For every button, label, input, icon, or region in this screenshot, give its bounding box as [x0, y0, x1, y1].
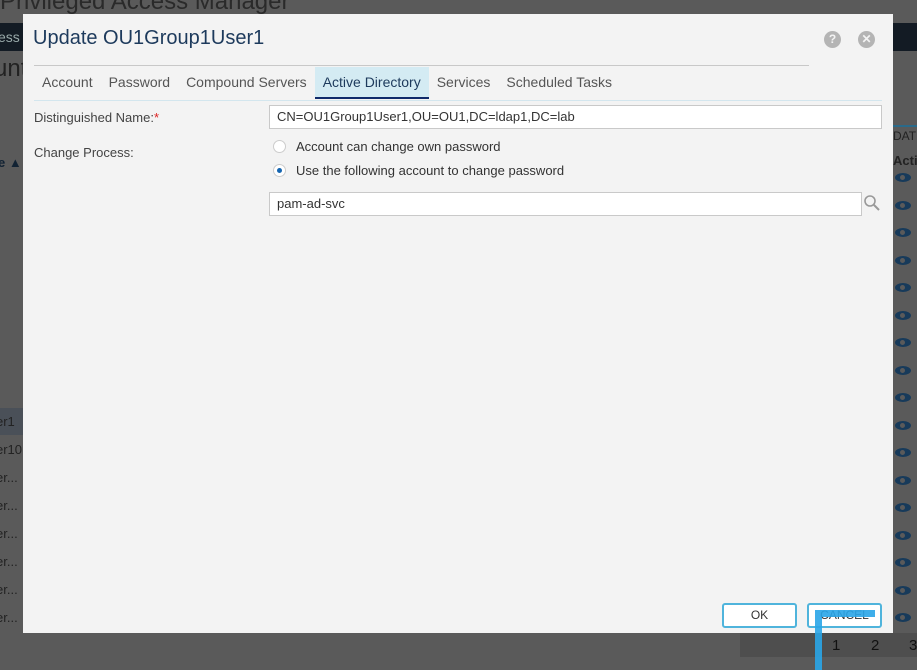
tab-bar: Account Password Compound Servers Active…	[34, 67, 620, 99]
update-account-dialog: Update OU1Group1User1 ? ✕ Account Passwo…	[23, 14, 893, 633]
page-3[interactable]: 3	[909, 637, 917, 654]
column-header-name[interactable]: e ▲	[0, 155, 22, 170]
tab-account[interactable]: Account	[34, 67, 101, 99]
view-icon[interactable]	[895, 475, 911, 485]
view-icon[interactable]	[895, 448, 911, 457]
radio-button[interactable]	[273, 164, 286, 177]
view-icon[interactable]	[895, 503, 911, 512]
tab-compound-servers[interactable]: Compound Servers	[178, 67, 315, 99]
dialog-title: Update OU1Group1User1	[33, 27, 265, 49]
change-process-label: Change Process:	[34, 145, 134, 160]
nav-item[interactable]: ess	[0, 29, 20, 45]
radio-use-account[interactable]: Use the following account to change pass…	[273, 163, 564, 178]
view-icon[interactable]	[895, 613, 911, 622]
column-header-actions: Acti	[893, 153, 917, 168]
view-icon[interactable]	[895, 393, 911, 402]
view-icon[interactable]	[895, 228, 911, 237]
ok-button[interactable]: OK	[722, 603, 797, 628]
view-icon[interactable]	[895, 585, 911, 595]
view-icon[interactable]	[895, 558, 911, 567]
tab-scheduled-tasks[interactable]: Scheduled Tasks	[498, 67, 620, 99]
distinguished-name-label: Distinguished Name:*	[34, 110, 159, 125]
view-icon[interactable]	[895, 283, 911, 292]
view-icon[interactable]	[895, 365, 911, 375]
help-icon[interactable]: ?	[824, 31, 841, 48]
radio-own-password[interactable]: Account can change own password	[273, 139, 501, 154]
tab-password[interactable]: Password	[101, 67, 178, 99]
watermark-logo	[815, 610, 875, 670]
distinguished-name-input[interactable]: CN=OU1Group1User1,OU=OU1,DC=ldap1,DC=lab	[269, 105, 882, 129]
column-header-date[interactable]: DATE	[893, 125, 917, 147]
divider	[34, 100, 882, 101]
tab-services[interactable]: Services	[429, 67, 499, 99]
search-icon[interactable]	[862, 192, 882, 214]
view-icon[interactable]	[895, 173, 911, 182]
radio-label: Account can change own password	[296, 139, 501, 154]
change-account-input[interactable]: pam-ad-svc	[269, 192, 862, 216]
view-icon[interactable]	[895, 338, 911, 347]
view-icon[interactable]	[895, 310, 911, 320]
view-icon[interactable]	[895, 420, 911, 430]
tab-active-directory[interactable]: Active Directory	[314, 67, 429, 99]
view-icon[interactable]	[895, 530, 911, 540]
close-icon[interactable]: ✕	[858, 31, 875, 48]
radio-label: Use the following account to change pass…	[296, 163, 565, 178]
label-text: Distinguished Name:	[34, 110, 154, 125]
required-mark: *	[153, 110, 160, 125]
view-icon[interactable]	[895, 255, 911, 265]
view-icon[interactable]	[895, 200, 911, 210]
divider	[34, 65, 809, 66]
radio-button[interactable]	[273, 140, 286, 153]
